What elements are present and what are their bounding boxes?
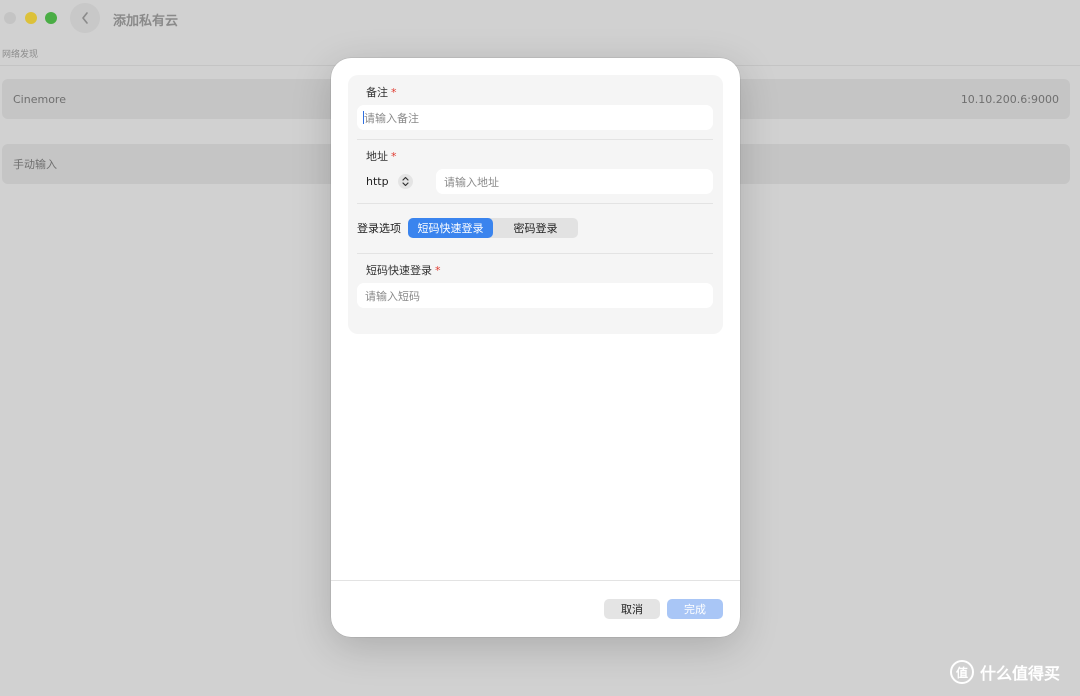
shortcode-label-text: 短码快速登录 <box>366 264 432 277</box>
login-options-row: 登录选项 短码快速登录 密码登录 <box>357 218 578 238</box>
address-label: 地址 * <box>366 148 397 164</box>
shortcode-input[interactable]: 请输入短码 <box>357 283 713 308</box>
divider <box>357 253 713 254</box>
updown-chevron-icon[interactable] <box>397 173 413 189</box>
shortcode-label: 短码快速登录 * <box>366 262 441 278</box>
note-placeholder: 请输入备注 <box>364 111 419 125</box>
minimize-window-button[interactable] <box>25 12 37 24</box>
footer-divider <box>331 580 740 581</box>
watermark-logo-icon: 值 <box>950 660 974 684</box>
segment-shortcode-login[interactable]: 短码快速登录 <box>408 218 493 238</box>
server-name: 手动输入 <box>13 158 57 171</box>
maximize-window-button[interactable] <box>45 12 57 24</box>
done-button[interactable]: 完成 <box>667 599 723 619</box>
protocol-select[interactable]: http <box>366 172 413 190</box>
shortcode-placeholder: 请输入短码 <box>365 289 420 303</box>
form-panel: 备注 * 请输入备注 地址 * http 请输入地址 登录选项 短码快速登录 密… <box>348 75 723 334</box>
divider <box>357 203 713 204</box>
close-window-button[interactable] <box>4 12 16 24</box>
server-name: Cinemore <box>13 92 66 106</box>
address-placeholder: 请输入地址 <box>444 175 499 189</box>
divider <box>357 139 713 140</box>
section-label: 网络发现 <box>2 50 39 60</box>
watermark-text: 什么值得买 <box>980 664 1061 683</box>
address-label-text: 地址 <box>366 150 388 163</box>
note-input[interactable]: 请输入备注 <box>357 105 713 130</box>
watermark: 值 什么值得买 <box>950 660 1060 684</box>
segment-password-login[interactable]: 密码登录 <box>493 218 578 238</box>
address-input[interactable]: 请输入地址 <box>436 169 713 194</box>
protocol-value: http <box>366 174 389 188</box>
back-button[interactable] <box>70 3 100 33</box>
note-label: 备注 * <box>366 84 397 100</box>
add-server-dialog: 备注 * 请输入备注 地址 * http 请输入地址 登录选项 短码快速登录 密… <box>331 58 740 637</box>
cancel-button[interactable]: 取消 <box>604 599 660 619</box>
note-label-text: 备注 <box>366 86 388 99</box>
login-option-segmented-control: 短码快速登录 密码登录 <box>408 218 578 238</box>
required-mark: * <box>391 86 397 99</box>
server-address: 10.10.200.6:9000 <box>960 92 1059 106</box>
login-options-label: 登录选项 <box>357 222 401 235</box>
required-mark: * <box>435 264 441 277</box>
required-mark: * <box>391 150 397 163</box>
chevron-left-icon <box>82 12 88 24</box>
window-title: 添加私有云 <box>113 14 179 29</box>
